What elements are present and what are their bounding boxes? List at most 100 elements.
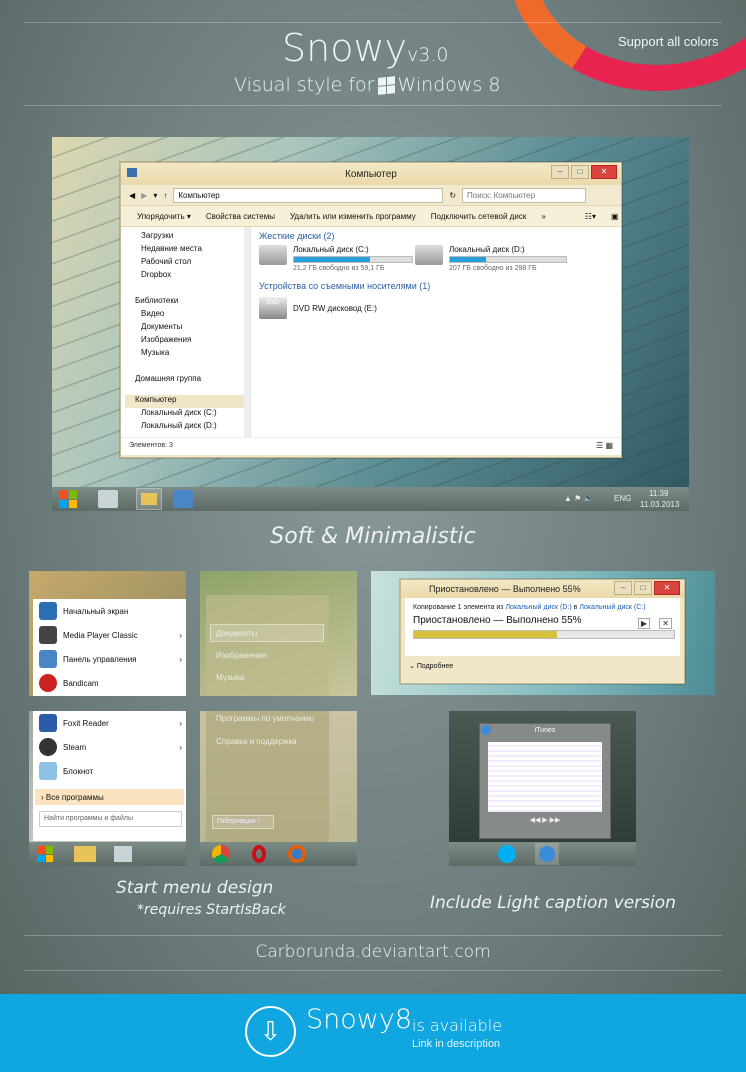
light-caption-note: Include Light caption version: [430, 893, 676, 913]
author-credit: Carborunda.deviantart.com: [255, 942, 491, 962]
drive-d-tile[interactable]: Локальный диск (D:) 207 ГБ свободно из 2…: [415, 245, 567, 272]
nav-videos[interactable]: Видео: [141, 309, 250, 322]
header-divider: [24, 105, 722, 106]
up-button[interactable]: ↑: [163, 191, 167, 200]
itunes-taskbar: [449, 842, 636, 866]
nav-homegroup[interactable]: Домашняя группа: [135, 374, 250, 387]
maximize-button[interactable]: □: [571, 165, 589, 179]
close-button[interactable]: ✕: [591, 165, 617, 179]
group-header-removable[interactable]: Устройства со съемными носителями (1): [259, 281, 430, 291]
support-colors-label: Support all colors: [618, 34, 719, 49]
tagline: Soft & Minimalistic: [270, 524, 476, 549]
start-right-default-programs[interactable]: Программы по умолчанию: [216, 714, 314, 723]
cancel-copy-button[interactable]: ✕: [659, 618, 672, 629]
start2-right-taskbar: [200, 842, 357, 866]
start-button[interactable]: [37, 846, 53, 862]
skype-icon[interactable]: [498, 845, 516, 863]
start-item-start-screen[interactable]: Начальный экран: [33, 599, 186, 623]
file-explorer-taskbar-icon[interactable]: [136, 488, 162, 510]
copy-dialog-titlebar[interactable]: Приостановлено — Выполнено 55% – □ ✕: [401, 580, 684, 598]
system-properties-button[interactable]: Свойства системы: [206, 212, 275, 221]
minimize-button[interactable]: –: [614, 581, 632, 595]
nav-downloads[interactable]: Загрузки: [141, 231, 250, 244]
hibernate-button[interactable]: Гибернация ›: [212, 815, 274, 829]
download-banner[interactable]: ⇩ Snowy8 is available Link in descriptio…: [0, 994, 746, 1072]
view-toggle-icons[interactable]: ☰ ▦: [596, 441, 613, 450]
opera-icon[interactable]: [252, 845, 266, 863]
map-network-drive-button[interactable]: Подключить сетевой диск: [431, 212, 527, 221]
credit-divider-top: [24, 935, 722, 936]
language-indicator[interactable]: ENG: [614, 494, 631, 503]
drive-icon: [415, 245, 443, 265]
nav-documents[interactable]: Документы: [141, 322, 250, 335]
status-bar: Элементов: 3 ☰ ▦: [121, 437, 621, 455]
clock-time[interactable]: 11:39: [649, 489, 668, 498]
start-search-input[interactable]: Найти программы и файлы: [39, 811, 182, 827]
nav-libraries[interactable]: Библиотеки: [135, 296, 250, 309]
copy-source-link[interactable]: Локальный диск (D:): [505, 604, 571, 611]
address-input[interactable]: Компьютер: [173, 187, 444, 203]
recent-dropdown[interactable]: ▾: [153, 191, 157, 200]
search-input[interactable]: Поиск: Компьютер: [462, 187, 587, 203]
minimize-button[interactable]: –: [551, 165, 569, 179]
refresh-icon[interactable]: ↻: [449, 191, 456, 200]
tray-icons[interactable]: ▲ ⚑ 🔈: [564, 494, 594, 503]
nav-computer[interactable]: Компьютер: [125, 395, 247, 408]
bandicam-icon: [39, 674, 57, 692]
more-commands-button[interactable]: »: [541, 212, 545, 221]
itunes-taskbar-icon[interactable]: [535, 843, 559, 865]
nav-music[interactable]: Музыка: [141, 348, 250, 361]
forward-button[interactable]: ▶: [141, 191, 147, 200]
dvd-drive-tile[interactable]: DVD DVD RW дисковод (E:): [259, 297, 377, 319]
copy-progress-bar: [414, 631, 557, 638]
remote-app-icon[interactable]: [98, 490, 118, 508]
nav-drive-c[interactable]: Локальный диск (C:): [141, 408, 250, 421]
all-programs-button[interactable]: › Все программы: [35, 789, 184, 805]
drive-c-tile[interactable]: Локальный диск (C:) 21,2 ГБ свободно из …: [259, 245, 413, 272]
navigation-pane: Загрузки Недавние места Рабочий стол Dro…: [121, 227, 251, 437]
start-item-media-player[interactable]: Media Player Classic ›: [33, 623, 186, 647]
chrome-icon[interactable]: [212, 845, 230, 863]
file-explorer-taskbar-icon[interactable]: [74, 846, 96, 862]
start-right-help[interactable]: Справка и поддержка: [216, 737, 297, 746]
itunes-app-icon: [481, 725, 491, 735]
back-button[interactable]: ◀: [129, 191, 135, 200]
uninstall-program-button[interactable]: Удалить или изменить программу: [290, 212, 416, 221]
start-right-music[interactable]: Музыка: [216, 673, 244, 682]
start-item-control-panel[interactable]: Панель управления ›: [33, 647, 186, 671]
maximize-button[interactable]: □: [634, 581, 652, 595]
view-options-icon[interactable]: ☷▾: [585, 212, 596, 221]
firefox-icon[interactable]: [288, 845, 306, 863]
nav-scrollbar[interactable]: [244, 227, 250, 437]
itunes-playback-controls[interactable]: ◀◀ ▶ ▶▶: [480, 816, 610, 824]
organize-button[interactable]: Упорядочить ▾: [137, 212, 191, 221]
control-panel-taskbar-icon[interactable]: [173, 490, 193, 508]
start-right-pictures[interactable]: Изображения: [216, 651, 266, 660]
start-item-steam[interactable]: Steam ›: [33, 735, 186, 759]
download-icon[interactable]: ⇩: [245, 1006, 296, 1057]
preview-pane-icon[interactable]: ▣: [611, 212, 619, 221]
start-button[interactable]: [59, 490, 77, 508]
copy-destination-link[interactable]: Локальный диск (C:): [579, 604, 645, 611]
start-item-foxit[interactable]: Foxit Reader ›: [33, 711, 186, 735]
close-button[interactable]: ✕: [654, 581, 680, 595]
resume-button[interactable]: ▶: [637, 618, 650, 629]
group-header-hdd[interactable]: Жесткие диски (2): [259, 231, 621, 241]
more-details-toggle[interactable]: ⌄ Подробнее: [401, 656, 684, 676]
start-item-bandicam[interactable]: Bandicam: [33, 671, 186, 695]
copy-dialog-title: Приостановлено — Выполнено 55%: [429, 584, 581, 594]
start-item-notepad[interactable]: Блокнот: [33, 759, 186, 783]
remote-app-icon[interactable]: [114, 846, 132, 862]
explorer-titlebar[interactable]: Компьютер – □ ✕: [121, 163, 621, 185]
nav-drive-d[interactable]: Локальный диск (D:): [141, 421, 250, 434]
nav-recent-places[interactable]: Недавние места: [141, 244, 250, 257]
subtitle: Visual style for Windows 8: [234, 74, 501, 96]
start-menu-caption: Start menu design: [116, 878, 274, 898]
drive-c-free: 21,2 ГБ свободно из 59,1 ГБ: [293, 265, 385, 272]
nav-desktop[interactable]: Рабочий стол: [141, 257, 250, 270]
nav-pictures[interactable]: Изображения: [141, 335, 250, 348]
start-right-documents[interactable]: Документы: [216, 629, 257, 638]
clock-date[interactable]: 11.03.2013: [640, 500, 679, 509]
copy-dialog-screenshot: Приостановлено — Выполнено 55% – □ ✕ Копир…: [371, 571, 715, 695]
nav-dropbox[interactable]: Dropbox: [141, 270, 250, 283]
